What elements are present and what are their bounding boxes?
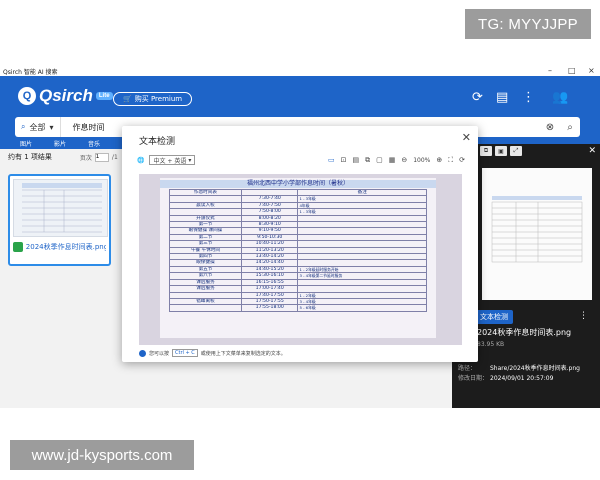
thumbnail-table-graphic: [22, 183, 102, 233]
preview-image: [482, 168, 592, 300]
fit-screen-icon[interactable]: ⛶: [448, 156, 453, 165]
close-preview-icon[interactable]: ✕: [588, 146, 596, 156]
ocr-badge[interactable]: 文本检测: [475, 310, 513, 324]
schedule-image: 福州北西中学小学部作息时间（暑秋） 作息时间表 备注 7:30-7:40 1 - 3年…: [160, 178, 436, 338]
preview-filesize: 83.95 KB: [477, 341, 505, 348]
preview-meta: 路径： Share/2024秋季作息时间表.png 修改日期： 2024/09/01…: [458, 364, 590, 384]
dialog-tool-buttons: ▭ ⊡ ▤ ⧉ ▢ ▦ ⊖ 100% ⊕ ⛶ ⟳: [328, 156, 465, 165]
schedule-note: 5 - 6年级: [297, 304, 427, 312]
meta-date-value: 2024/09/01 20:57:09: [490, 375, 554, 382]
tab-images[interactable]: 图片: [20, 139, 32, 148]
meta-path-value[interactable]: Share/2024秋季作息时间表.png: [490, 364, 590, 374]
search-icon: ⌕: [21, 122, 26, 131]
clear-search-icon[interactable]: ⊗: [540, 122, 560, 133]
preview-filename: 2024秋季作息时间表.png: [477, 328, 572, 337]
page-input[interactable]: [94, 152, 109, 162]
rotate-icon[interactable]: ⟳: [459, 156, 465, 164]
footer-text-post: 或使用上下文菜单来复制选定的文本。: [200, 350, 286, 357]
language-select[interactable]: 中文 + 英语 ▾: [149, 155, 196, 165]
schedule-title: 福州北西中学小学部作息时间（暑秋）: [160, 180, 436, 188]
footer-shortcut: Ctrl + C: [172, 349, 198, 357]
paste-icon[interactable]: ▢: [376, 156, 383, 164]
zoom-level: 100%: [413, 156, 431, 164]
lite-badge: Lite: [95, 92, 113, 100]
preview-toolbar: ⧉ ▣ ⤢: [480, 146, 522, 156]
preview-table-graphic: [491, 196, 583, 263]
dialog-title: 文本检测: [139, 137, 176, 147]
meta-date-row: 修改日期： 2024/09/01 20:57:09: [458, 374, 590, 384]
dialog-footer: 您可以按 Ctrl + C 或使用上下文菜单来复制选定的文本。: [139, 349, 286, 357]
pagination: 页次 /1: [79, 152, 118, 162]
more-vertical-icon[interactable]: ⋮: [522, 90, 535, 105]
chevron-down-icon: ▾: [188, 156, 192, 164]
tab-music[interactable]: 音乐: [88, 139, 100, 148]
buy-premium-button[interactable]: 🛒 购买 Premium: [113, 92, 193, 106]
close-dialog-icon[interactable]: ✕: [462, 131, 471, 144]
comment-icon[interactable]: ▦: [389, 156, 396, 164]
png-file-icon: [13, 242, 23, 252]
schedule-table: 作息时间表 备注 7:30-7:40 1 - 3年级 晨读入校 7:40-7:50 4年级 7…: [169, 188, 427, 312]
globe-icon: 🌐: [137, 156, 145, 164]
minimize-button[interactable]: –: [548, 66, 552, 76]
qsirch-logo: Q Qsirch Lite: [18, 86, 113, 106]
meta-path-row: 路径： Share/2024秋季作息时间表.png: [458, 364, 590, 374]
window-titlebar: Qsirch 智能 AI 搜索: [0, 66, 600, 76]
search-submit-icon[interactable]: ⌕: [560, 122, 580, 133]
expand-icon[interactable]: ▣: [495, 146, 507, 156]
text-select-icon[interactable]: ▭: [328, 156, 335, 164]
text-detection-dialog: 文本检测 ✕ 🌐 中文 + 英语 ▾ ▭ ⊡ ▤ ⧉ ▢ ▦ ⊖ 100% ⊕ …: [122, 126, 478, 362]
schedule-time: 17:55-18:00: [240, 304, 299, 312]
info-icon: [139, 349, 146, 357]
copy-text-icon[interactable]: ⧉: [365, 156, 370, 165]
result-card[interactable]: 2024秋季作息时间表.png: [8, 174, 111, 266]
close-window-button[interactable]: ×: [588, 66, 595, 76]
window-title: Qsirch 智能 AI 搜索: [3, 68, 58, 76]
page-total: /1: [111, 153, 118, 161]
schedule-activity: [169, 304, 242, 312]
zoom-in-icon[interactable]: ⊕: [436, 156, 442, 164]
search-scope-dropdown[interactable]: ⌕ 全部 ▾: [15, 117, 61, 137]
document-viewer[interactable]: 福州北西中学小学部作息时间（暑秋） 作息时间表 备注 7:30-7:40 1 - 3年…: [139, 174, 462, 345]
refresh-icon[interactable]: ⟳: [472, 90, 483, 105]
dialog-toolbar: 🌐 中文 + 英语 ▾ ▭ ⊡ ▤ ⧉ ▢ ▦ ⊖ 100% ⊕ ⛶ ⟳: [137, 154, 465, 166]
region-select-icon[interactable]: ⊡: [341, 156, 347, 164]
maximize-button[interactable]: □: [568, 66, 576, 76]
open-icon[interactable]: ⤢: [510, 146, 522, 156]
search-scope-label: 全部: [29, 122, 46, 132]
result-thumbnail: [13, 179, 108, 237]
language-label: 中文 + 英语: [153, 157, 187, 165]
books-icon[interactable]: ▤: [496, 90, 508, 105]
meta-date-label: 修改日期：: [458, 375, 489, 382]
chevron-down-icon: ▾: [49, 122, 54, 132]
watermark-tg: TG: MYYJJPP: [465, 9, 591, 39]
result-filename: 2024秋季作息时间表.png: [25, 243, 106, 251]
cart-icon: 🛒: [123, 95, 132, 103]
copy-icon[interactable]: ⧉: [480, 146, 492, 156]
text-panel-icon[interactable]: ▤: [352, 156, 359, 164]
user-group-icon[interactable]: 👥: [552, 90, 568, 105]
qsirch-logo-icon: Q: [18, 87, 36, 105]
zoom-out-icon[interactable]: ⊖: [401, 156, 407, 164]
logo-text: Qsirch: [39, 86, 93, 105]
page-label: 页次: [79, 154, 92, 162]
watermark-site: www.jd-kysports.com: [10, 440, 194, 470]
preview-more-icon[interactable]: ⋮: [579, 311, 588, 321]
schedule-row: 17:55-18:00 5 - 6年级: [169, 304, 427, 312]
footer-text-pre: 您可以按: [149, 350, 170, 357]
premium-label: 购买 Premium: [134, 95, 183, 103]
meta-path-label: 路径：: [458, 365, 477, 372]
tab-videos[interactable]: 影片: [54, 139, 66, 148]
result-file-row: 2024秋季作息时间表.png: [13, 242, 106, 252]
result-count: 约有 1 项结果: [8, 153, 52, 161]
